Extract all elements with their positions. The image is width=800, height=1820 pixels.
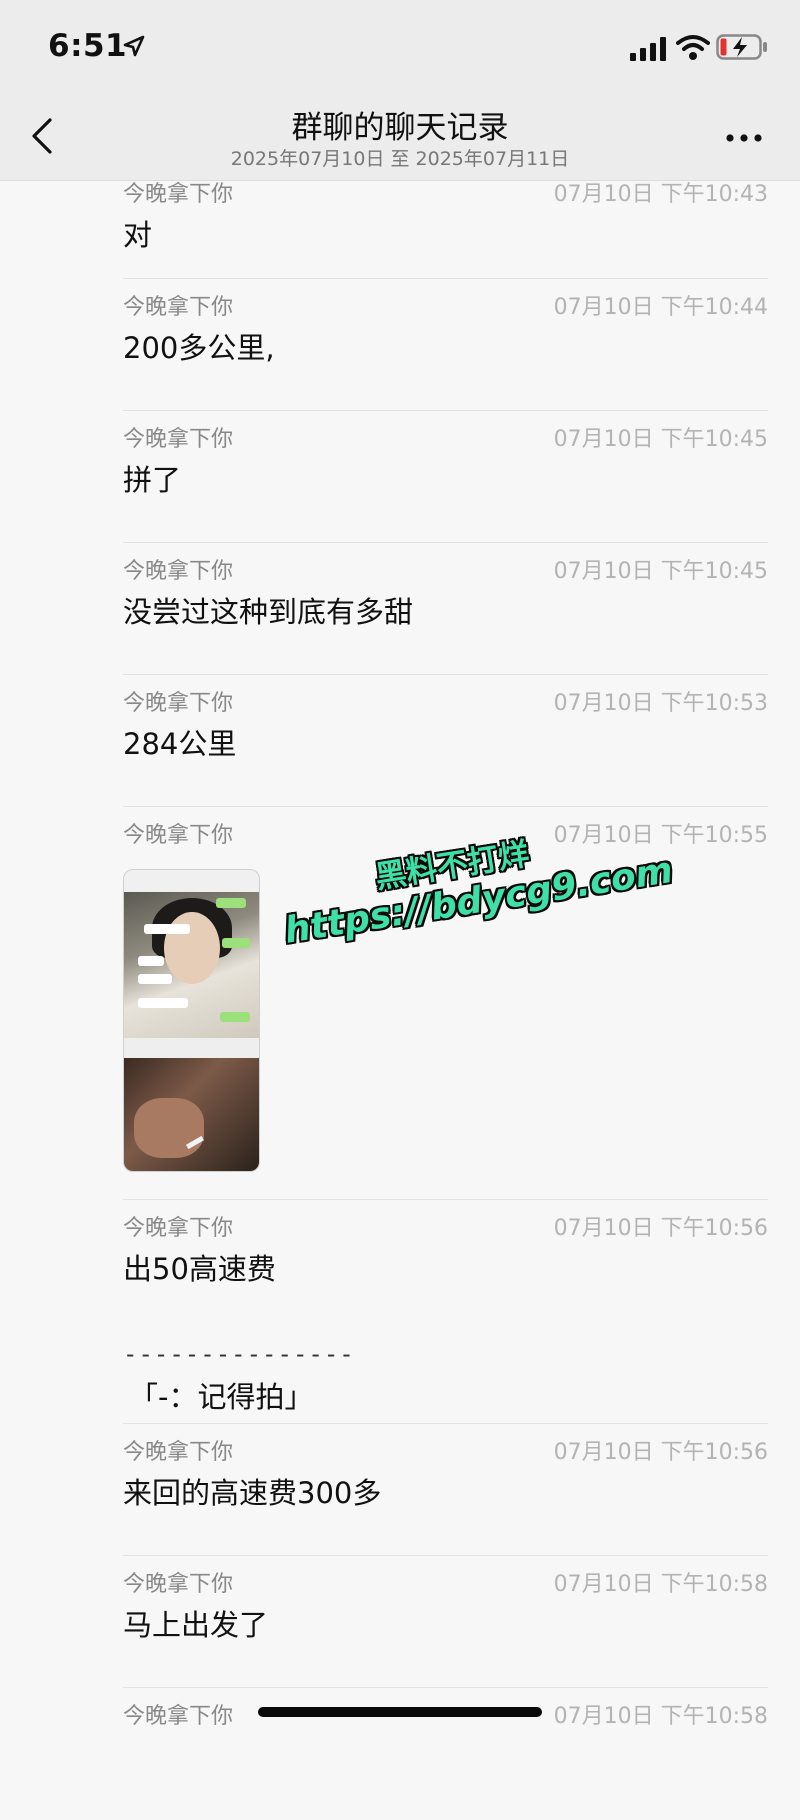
battery-charging-icon	[716, 34, 767, 60]
message-item-quote[interactable]: 今晚拿下你 07月10日 下午10:56 出50高速费 ------------…	[123, 1200, 768, 1424]
home-indicator[interactable]	[258, 1707, 542, 1717]
sender-name: 今晚拿下你	[123, 823, 234, 848]
message-text: 200多公里,	[123, 331, 275, 365]
thumbnail-bubble	[138, 974, 172, 984]
cellular-signal-icon	[630, 37, 666, 61]
thumbnail-bubble	[216, 898, 246, 908]
message-time: 07月10日 下午10:56	[553, 1440, 768, 1465]
sender-name: 今晚拿下你	[123, 1704, 234, 1729]
sender-name: 今晚拿下你	[123, 427, 234, 452]
location-arrow-icon	[123, 35, 145, 57]
sender-name: 今晚拿下你	[123, 691, 234, 716]
more-options-icon[interactable]	[724, 132, 764, 144]
page-title: 群聊的聊天记录	[291, 110, 509, 146]
thumbnail-input-strip	[124, 1038, 259, 1058]
message-text: 马上出发了	[123, 1608, 269, 1642]
message-item[interactable]: 今晚拿下你 07月10日 下午10:43 对	[123, 166, 768, 279]
message-time: 07月10日 下午10:45	[553, 427, 768, 452]
chat-screenshot-thumbnail[interactable]	[123, 869, 260, 1172]
message-time: 07月10日 下午10:45	[553, 559, 768, 584]
message-text: 284公里	[123, 727, 237, 761]
message-time: 07月10日 下午10:53	[553, 691, 768, 716]
message-item[interactable]: 今晚拿下你 07月10日 下午10:45 没尝过这种到底有多甜	[123, 543, 768, 675]
message-item[interactable]: 今晚拿下你 07月10日 下午10:44 200多公里,	[123, 279, 768, 411]
message-item[interactable]: 今晚拿下你 07月10日 下午10:53 284公里	[123, 675, 768, 807]
message-item[interactable]: 今晚拿下你 07月10日 下午10:56 来回的高速费300多	[123, 1424, 768, 1556]
thumbnail-bubble	[138, 956, 164, 966]
message-text: 没尝过这种到底有多甜	[123, 595, 414, 629]
thumbnail-status-strip	[124, 870, 259, 892]
message-time: 07月10日 下午10:43	[553, 182, 768, 207]
sender-name: 今晚拿下你	[123, 295, 234, 320]
thumbnail-photo-man	[124, 1058, 259, 1171]
message-text: 来回的高速费300多	[123, 1476, 382, 1510]
thumbnail-face	[164, 912, 220, 984]
sender-name: 今晚拿下你	[123, 1440, 234, 1465]
sender-name: 今晚拿下你	[123, 182, 234, 207]
sender-name: 今晚拿下你	[123, 1216, 234, 1241]
message-text: 拼了	[123, 463, 182, 497]
message-item[interactable]: 今晚拿下你 07月10日 下午10:45 拼了	[123, 411, 768, 543]
quote-separator: ---------------	[123, 1340, 355, 1368]
status-time: 6:51	[48, 28, 128, 64]
wifi-icon	[676, 35, 710, 60]
thumbnail-hand	[134, 1098, 204, 1158]
sender-name: 今晚拿下你	[123, 559, 234, 584]
message-item[interactable]: 今晚拿下你 07月10日 下午10:58 马上出发了	[123, 1556, 768, 1688]
message-time: 07月10日 下午10:56	[553, 1216, 768, 1241]
message-time: 07月10日 下午10:58	[553, 1572, 768, 1597]
thumbnail-bubble	[222, 938, 250, 948]
thumbnail-bubble	[220, 1012, 250, 1022]
thumbnail-photo-woman	[124, 892, 259, 1038]
message-list[interactable]: 今晚拿下你 07月10日 下午10:43 对 今晚拿下你 07月10日 下午10…	[0, 180, 800, 1820]
thumbnail-bubble	[138, 998, 188, 1008]
message-time: 07月10日 下午10:44	[553, 295, 768, 320]
sender-name: 今晚拿下你	[123, 1572, 234, 1597]
message-text: 对	[123, 218, 153, 252]
status-bar: 6:51	[0, 0, 800, 96]
thumbnail-bubble	[144, 924, 190, 934]
quoted-text: 「-：记得拍」	[129, 1380, 314, 1414]
message-time: 07月10日 下午10:58	[553, 1704, 768, 1729]
message-text: 出50高速费	[123, 1252, 276, 1286]
